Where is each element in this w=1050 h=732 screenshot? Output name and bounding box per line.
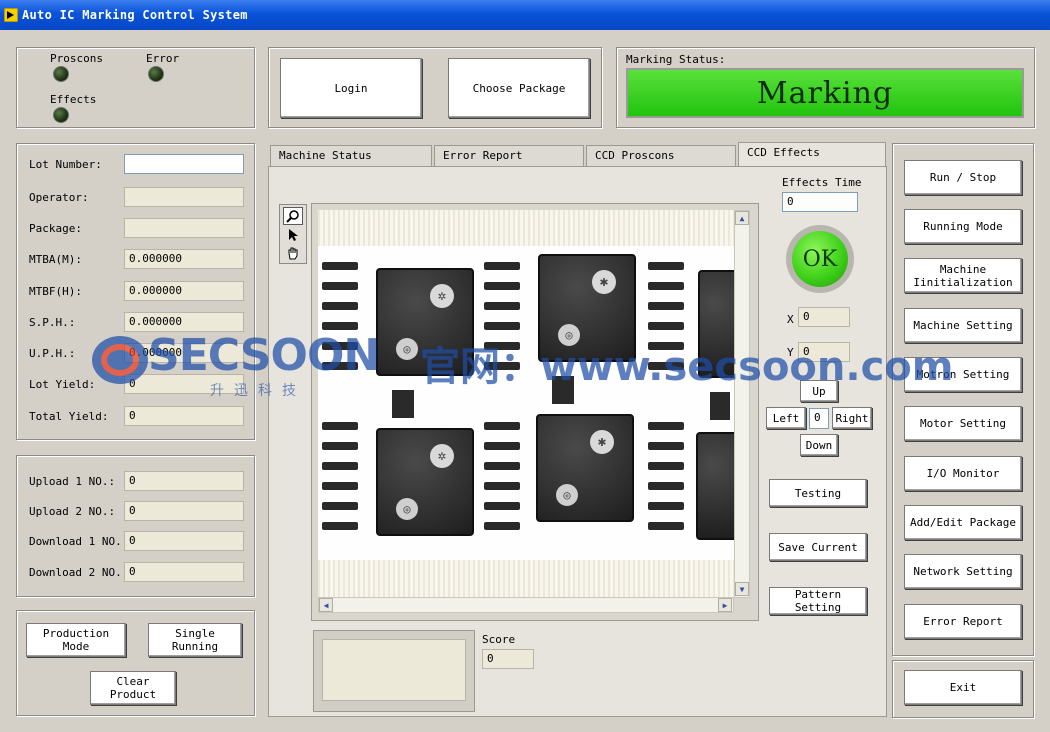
- mtbf-label: MTBF(H):: [29, 285, 82, 298]
- up-button[interactable]: Up: [800, 380, 838, 402]
- tab-error-report[interactable]: Error Report: [434, 145, 584, 167]
- score-field: 0: [482, 649, 534, 669]
- ic-chip: ✲ ◎: [376, 428, 474, 536]
- ok-indicator: OK: [786, 225, 854, 293]
- upload1-field: 0: [124, 471, 244, 491]
- score-label: Score: [482, 633, 516, 646]
- error-label: Error: [146, 52, 180, 65]
- ok-label: OK: [802, 246, 838, 272]
- x-field: 0: [798, 307, 850, 327]
- motor-setting-button[interactable]: Motor Setting: [904, 406, 1022, 441]
- step-field[interactable]: 0: [809, 408, 829, 429]
- save-current-button[interactable]: Save Current: [769, 533, 867, 561]
- testing-button[interactable]: Testing: [769, 479, 867, 507]
- choose-package-button[interactable]: Choose Package: [448, 58, 590, 118]
- down-button[interactable]: Down: [800, 434, 838, 456]
- vertical-scrollbar[interactable]: [734, 210, 750, 598]
- run-stop-button[interactable]: Run / Stop: [904, 160, 1022, 195]
- package-field: [124, 218, 244, 238]
- marking-status-value: Marking: [756, 75, 894, 111]
- io-monitor-button[interactable]: I/O Monitor: [904, 456, 1022, 491]
- effects-led: [53, 107, 69, 123]
- y-label: Y: [787, 346, 794, 359]
- title-bar: Auto IC Marking Control System: [0, 0, 1050, 30]
- left-button[interactable]: Left: [766, 407, 806, 429]
- machine-setting-button[interactable]: Machine Setting: [904, 308, 1022, 343]
- download1-field: 0: [124, 531, 244, 551]
- tab-ccd-effects[interactable]: CCD Effects: [738, 142, 886, 167]
- download2-field: 0: [124, 562, 244, 582]
- uph-label: U.P.H.:: [29, 347, 76, 360]
- ic-chip: [698, 270, 734, 378]
- network-setting-button[interactable]: Network Setting: [904, 554, 1022, 589]
- effects-label: Effects: [50, 93, 97, 106]
- effects-time-field: 0: [782, 192, 858, 212]
- zoom-icon[interactable]: [283, 207, 303, 225]
- total-yield-field: 0: [124, 406, 244, 426]
- login-button[interactable]: Login: [280, 58, 422, 118]
- add-edit-package-button[interactable]: Add/Edit Package: [904, 505, 1022, 540]
- error-report-button[interactable]: Error Report: [904, 604, 1022, 639]
- ccd-image[interactable]: ✲ ◎ ✱ ◎ ✲ ◎ ✱ ◎: [318, 210, 734, 598]
- ic-chip: ✱ ◎: [536, 414, 634, 522]
- tool-palette: [279, 204, 307, 264]
- operator-field: [124, 187, 244, 207]
- error-led: [148, 66, 164, 82]
- sph-field: 0.000000: [124, 312, 244, 332]
- lot-yield-label: Lot Yield:: [29, 378, 96, 391]
- exit-button[interactable]: Exit: [904, 670, 1022, 705]
- operator-label: Operator:: [29, 191, 89, 204]
- running-mode-button[interactable]: Running Mode: [904, 209, 1022, 244]
- upload2-field: 0: [124, 501, 244, 521]
- right-button[interactable]: Right: [832, 407, 872, 429]
- proscons-led: [53, 66, 69, 82]
- pattern-preview: [322, 639, 466, 701]
- ic-chip: ✱ ◎: [538, 254, 636, 362]
- x-label: X: [787, 313, 794, 326]
- machine-initialization-button[interactable]: Machine Iinitialization: [904, 258, 1022, 293]
- scroll-right-icon[interactable]: ▶: [718, 598, 732, 612]
- horizontal-scrollbar[interactable]: [318, 597, 734, 613]
- app-icon: [4, 8, 18, 22]
- pointer-icon[interactable]: [283, 226, 303, 244]
- sph-label: S.P.H.:: [29, 316, 76, 329]
- package-label: Package:: [29, 222, 82, 235]
- proscons-label: Proscons: [50, 52, 103, 65]
- scroll-left-icon[interactable]: ◀: [319, 598, 333, 612]
- lot-number-label: Lot Number:: [29, 158, 102, 171]
- ic-chip: [696, 432, 734, 540]
- scroll-up-icon[interactable]: ▲: [735, 211, 749, 225]
- mtbf-field: 0.000000: [124, 281, 244, 301]
- tab-machine-status[interactable]: Machine Status: [270, 145, 432, 167]
- total-yield-label: Total Yield:: [29, 410, 109, 423]
- uph-field: 0.000000: [124, 343, 244, 363]
- lot-yield-field: 0: [124, 374, 244, 394]
- y-field: 0: [798, 342, 850, 362]
- hand-icon[interactable]: [283, 244, 303, 262]
- download1-label: Download 1 NO.:: [29, 535, 129, 548]
- single-running-button[interactable]: Single Running: [148, 623, 242, 657]
- ic-chip: ✲ ◎: [376, 268, 474, 376]
- marking-status-display: Marking: [626, 68, 1024, 118]
- production-mode-button[interactable]: Production Mode: [26, 623, 126, 657]
- marking-status-label: Marking Status:: [626, 53, 726, 66]
- upload2-label: Upload 2 NO.:: [29, 505, 116, 518]
- upload1-label: Upload 1 NO.:: [29, 475, 116, 488]
- effects-time-label: Effects Time: [782, 176, 862, 189]
- download2-label: Download 2 NO.:: [29, 566, 129, 579]
- mtba-field: 0.000000: [124, 249, 244, 269]
- pattern-preview-frame: [313, 630, 475, 712]
- window-title: Auto IC Marking Control System: [22, 8, 248, 22]
- motron-setting-button[interactable]: Motron Setting: [904, 357, 1022, 392]
- scroll-down-icon[interactable]: ▼: [735, 582, 749, 596]
- tab-ccd-proscons[interactable]: CCD Proscons: [586, 145, 736, 167]
- pattern-setting-button[interactable]: Pattern Setting: [769, 587, 867, 615]
- mtba-label: MTBA(M):: [29, 253, 82, 266]
- lot-number-input[interactable]: [124, 154, 244, 174]
- clear-product-button[interactable]: Clear Product: [90, 671, 176, 705]
